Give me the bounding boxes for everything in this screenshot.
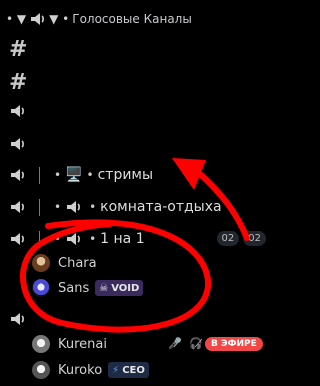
voice-user-chara[interactable]: Chara <box>32 251 97 275</box>
speaker-icon <box>67 233 81 245</box>
separator <box>39 198 40 216</box>
mic-muted-icon: 🎤̸ <box>168 337 182 350</box>
voice-category-header[interactable]: • ▼ ▼ • Голосовые Каналы <box>0 4 270 34</box>
user-count-current: 02 <box>216 231 240 246</box>
separator <box>39 230 40 248</box>
category-title: Голосовые Каналы <box>72 12 192 26</box>
voice-user-kurenai[interactable]: Kurenai <box>32 332 107 356</box>
skull-icon: ☠ <box>99 282 109 294</box>
bullet: • <box>54 232 62 246</box>
bullet: • <box>86 168 94 182</box>
kuroko-avatar <box>32 361 50 379</box>
speaker-icon <box>11 105 24 117</box>
user-count: 02 02 <box>216 231 266 246</box>
voice-channel-lounge[interactable]: • • комната-отдыха <box>9 192 279 222</box>
hash-icon: # <box>9 69 28 95</box>
separator <box>39 166 40 184</box>
speaker-icon <box>11 169 24 181</box>
username: Kuroko <box>58 362 103 378</box>
username: Sans <box>58 280 90 296</box>
role-badge: ⚡ CEO <box>108 362 149 378</box>
voice-user-kuroko[interactable]: Kuroko ⚡ CEO <box>32 358 149 382</box>
headphones-muted-icon: 🎧̸ <box>189 337 203 350</box>
text-channel-row[interactable]: # <box>9 67 279 97</box>
bullet: • <box>54 168 62 182</box>
voice-channel-streams[interactable]: • 🖥️ • стримы <box>9 160 279 190</box>
category-chevron-icon: ▼ • <box>49 12 70 26</box>
speaker-icon <box>11 313 24 325</box>
sans-avatar <box>32 279 50 297</box>
speaker-icon <box>11 201 24 213</box>
speaker-icon <box>31 13 45 25</box>
bullet: • <box>89 200 97 214</box>
monitor-icon: 🖥️ <box>65 167 83 183</box>
username: Kurenai <box>58 336 107 352</box>
username: Chara <box>58 255 97 271</box>
chara-avatar <box>32 254 50 272</box>
voice-channel-row[interactable] <box>9 304 279 334</box>
hash-icon: # <box>9 36 28 62</box>
live-badge: В ЭФИРЕ <box>205 337 263 351</box>
speaker-icon <box>11 233 24 245</box>
text-channel-row[interactable]: # <box>9 34 279 64</box>
kurenai-avatar <box>32 335 50 353</box>
channel-label: стримы <box>97 167 154 183</box>
speaker-icon <box>11 138 24 150</box>
role-badge: ☠ VOID <box>95 280 144 296</box>
channel-label: комната-отдыха <box>100 199 222 215</box>
user-count-limit: 02 <box>243 231 266 246</box>
bullet: • <box>54 200 62 214</box>
category-bullet-icon: • ▼ <box>6 12 27 26</box>
voice-channel-row[interactable] <box>9 96 279 126</box>
muted-icons: 🎤̸ 🎧̸ <box>168 337 203 350</box>
bullet: • <box>89 232 97 246</box>
speaker-icon <box>67 201 81 213</box>
voice-channel-row[interactable] <box>9 129 279 159</box>
lightning-icon: ⚡ <box>112 364 120 376</box>
channel-label: 1 на 1 <box>100 231 145 247</box>
voice-user-sans[interactable]: Sans ☠ VOID <box>32 276 144 300</box>
